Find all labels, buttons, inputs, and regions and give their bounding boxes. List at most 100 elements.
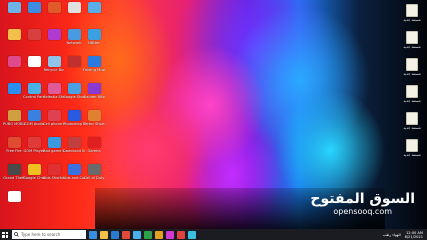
desktop-icon[interactable]	[44, 2, 64, 24]
desktop-icon[interactable]: GOM Player	[23, 137, 45, 159]
app-icon	[7, 110, 21, 121]
desktop-icon[interactable]: Call of Duty	[83, 164, 105, 186]
taskbar-search-box[interactable]: Type here to search	[12, 230, 86, 239]
desktop-icon[interactable]: Network	[64, 29, 84, 51]
desktop-icon[interactable]: Cell phone Shortcut	[43, 110, 65, 132]
desktop-file-icon[interactable]: مستند جديد	[402, 139, 422, 161]
taskbar-app-icon[interactable]	[155, 230, 163, 239]
desktop-icon[interactable]	[4, 56, 24, 78]
taskbar-app-icon[interactable]	[89, 230, 97, 239]
app-icon	[87, 56, 101, 67]
taskbar-app-icon[interactable]	[100, 230, 108, 239]
taskbar-app-icon[interactable]	[133, 230, 141, 239]
desktop-icon[interactable]: Kids and Complete	[63, 164, 85, 186]
document-icon	[406, 31, 418, 44]
desktop-icon[interactable]: Google Shortcut	[63, 83, 85, 105]
desktop-icon[interactable]: Bad game Shortcut	[43, 137, 65, 159]
desktop-icon[interactable]	[4, 29, 24, 51]
desktop-icon[interactable]: Control Panel	[23, 83, 45, 105]
taskbar-app-icon[interactable]	[144, 230, 152, 239]
app-icon	[27, 29, 41, 40]
app-icon	[7, 83, 21, 94]
desktop-icon[interactable]: Kids Shortcut	[43, 164, 65, 186]
control-panel-icon	[27, 83, 41, 94]
desktop-icon-label: Network	[66, 41, 82, 45]
desktop-icon-label: Google Shortcut	[63, 95, 85, 99]
app-icon	[7, 137, 21, 148]
desktop-icon-label: Cell phone Shortcut	[43, 122, 65, 126]
app-icon	[47, 29, 61, 40]
desktop-icon[interactable]	[44, 29, 64, 51]
desktop-icon[interactable]	[24, 2, 44, 24]
desktop-icon-label: Photoshop Shortcut	[63, 122, 85, 126]
taskbar-app-icon[interactable]	[111, 230, 119, 239]
app-icon	[7, 56, 21, 67]
desktop-icon[interactable]: NBtter	[84, 29, 104, 51]
desktop-file-icon[interactable]: مستند جديد	[402, 112, 422, 134]
desktop-icon[interactable]	[4, 191, 24, 213]
desktop-icon[interactable]	[4, 2, 24, 24]
desktop-icon[interactable]: Photoshop Shortcut	[63, 110, 85, 132]
desktop-icon[interactable]	[64, 56, 84, 78]
desktop-icon[interactable]: Recycle Bin	[44, 56, 64, 78]
document-icon	[406, 58, 418, 71]
clock[interactable]: 12:00 AM 6/21/2021	[405, 231, 423, 239]
app-icon	[87, 83, 101, 94]
desktop-icon[interactable]: Vertor Shortcut	[83, 110, 105, 132]
desktop-icon-label: Download Shortcut	[63, 149, 85, 153]
desktop-icon[interactable]: Free Fire	[4, 137, 24, 159]
desktop-file-label: مستند جديد	[403, 72, 421, 76]
desktop-icon-label: Garena	[87, 149, 101, 153]
desktop-icon[interactable]: Google Chrome	[23, 164, 45, 186]
windows-icon	[2, 231, 8, 238]
app-icon	[87, 110, 101, 121]
watermark-latin: opensooq.com	[333, 207, 393, 216]
app-icon	[47, 164, 61, 175]
desktop-icon[interactable]: Folding Music	[83, 56, 105, 78]
desktop-icon-label: Bad game Shortcut	[43, 149, 65, 153]
app-icon	[47, 110, 61, 121]
app-icon	[87, 137, 101, 148]
desktop-icon-label: Grand Theft	[3, 176, 25, 180]
desktop-file-label: مستند جديد	[403, 153, 421, 157]
desktop-icon[interactable]: Download Shortcut	[63, 137, 85, 159]
start-button[interactable]	[0, 229, 10, 240]
desktop-icon[interactable]	[84, 2, 104, 24]
desktop-icon-label: NBtter	[88, 41, 100, 45]
desktop-icon[interactable]: Grand Theft	[3, 164, 25, 186]
desktop[interactable]: Network NBtter Recycle Bin Folding Music Con…	[0, 0, 427, 229]
desktop-icon[interactable]: Garena	[84, 137, 104, 159]
taskbar-app-icon[interactable]	[122, 230, 130, 239]
weather-text[interactable]: الهواء رطب	[383, 233, 401, 237]
taskbar-app-icon[interactable]	[177, 230, 185, 239]
desktop-file-icon[interactable]: مستند جديد	[402, 31, 422, 53]
this-pc-icon	[87, 2, 101, 13]
desktop-icon[interactable]	[24, 56, 44, 78]
desktop-file-icon[interactable]: مستند جديد	[402, 4, 422, 26]
desktop-icon[interactable]: Celestia Shortcut	[43, 83, 65, 105]
desktop-icon[interactable]	[24, 29, 44, 51]
app-icon	[67, 2, 81, 13]
desktop-icon[interactable]: PUBG MOBILE	[3, 110, 25, 132]
opensooq-watermark: السوق المفتوح opensooq.com	[310, 192, 415, 217]
desktop-file-icon[interactable]: مستند جديد	[402, 58, 422, 80]
desktop-icon-label: Free Fire	[6, 149, 22, 153]
desktop-icon[interactable]	[64, 2, 84, 24]
taskbar-app-icon[interactable]	[166, 230, 174, 239]
desktop-icon[interactable]	[4, 83, 24, 105]
desktop-icon[interactable]: GOM Audio	[24, 110, 44, 132]
search-icon	[14, 232, 19, 237]
app-icon	[7, 191, 21, 202]
desktop-file-label: مستند جديد	[403, 126, 421, 130]
folder-icon	[7, 29, 21, 40]
desktop-icon-label: Recycle Bin	[43, 68, 65, 72]
desktop-file-icon[interactable]: مستند جديد	[402, 85, 422, 107]
desktop-icon[interactable]: Slander Nitro	[83, 83, 105, 105]
app-icon	[27, 110, 41, 121]
taskbar-app-icon[interactable]	[188, 230, 196, 239]
desktop-file-label: مستند جديد	[403, 18, 421, 22]
desktop-icon-label: PUBG MOBILE	[3, 122, 25, 126]
search-placeholder: Type here to search	[21, 232, 61, 237]
network-icon	[67, 29, 81, 40]
app-icon	[67, 137, 81, 148]
